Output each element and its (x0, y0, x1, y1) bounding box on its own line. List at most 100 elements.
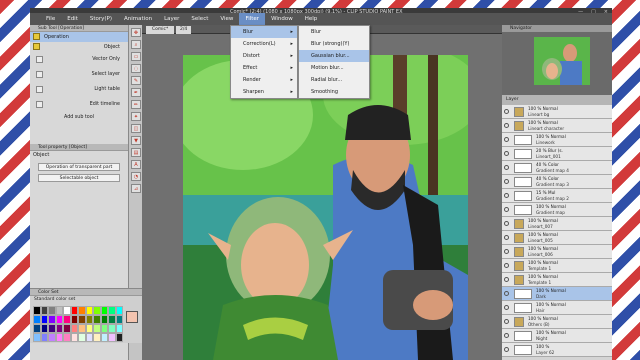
tool-select-icon[interactable]: ▭ (131, 52, 141, 61)
visibility-eye-icon[interactable] (504, 151, 509, 156)
color-swatch[interactable] (93, 315, 101, 324)
color-swatch[interactable] (48, 306, 56, 315)
color-swatch[interactable] (100, 306, 108, 315)
subtool-object[interactable]: Object (30, 42, 128, 52)
menu-window[interactable]: Window (265, 13, 299, 25)
visibility-eye-icon[interactable] (504, 193, 509, 198)
color-swatch[interactable] (33, 333, 41, 342)
layer-row[interactable]: 20 % Blur (s. Lineart_001 (502, 147, 612, 161)
color-swatch[interactable] (40, 333, 48, 342)
color-swatch[interactable] (108, 333, 116, 342)
menu-select[interactable]: Select (185, 13, 214, 25)
filter-menu-correction[interactable]: Correction(L) ▸ (231, 38, 297, 50)
color-swatch[interactable] (63, 306, 71, 315)
color-swatch[interactable] (33, 324, 41, 333)
visibility-eye-icon[interactable] (504, 207, 509, 212)
layer-row[interactable]: 100 % Normal Others (B) (502, 315, 612, 329)
tool-lasso-icon[interactable]: ◌ (131, 64, 141, 73)
transparent-part-field[interactable]: Operation of transparent part (38, 163, 120, 171)
tool-text-icon[interactable]: A (131, 160, 141, 169)
color-swatch[interactable] (55, 333, 63, 342)
navigator-thumbnail[interactable] (534, 37, 590, 85)
color-swatch[interactable] (55, 306, 63, 315)
color-swatch[interactable] (85, 324, 93, 333)
selectable-object-field[interactable]: Selectable object (38, 174, 120, 182)
color-swatch[interactable] (33, 315, 41, 324)
tool-move-icon[interactable]: ✥ (131, 28, 141, 37)
add-sub-tool-button[interactable]: Add sub tool (30, 112, 128, 124)
filter-menu-render[interactable]: Render ▸ (231, 74, 297, 86)
color-swatch[interactable] (63, 315, 71, 324)
visibility-eye-icon[interactable] (504, 347, 509, 352)
visibility-eye-icon[interactable] (504, 109, 509, 114)
visibility-eye-icon[interactable] (504, 263, 509, 268)
layer-row[interactable]: 100 % Normal Lineart_006 (502, 245, 612, 259)
tool-balloon-icon[interactable]: ◔ (131, 172, 141, 181)
layer-row[interactable]: 100 % Normal Hair (502, 301, 612, 315)
layer-row[interactable]: 100 % Normal Gradient map (502, 203, 612, 217)
visibility-eye-icon[interactable] (504, 165, 509, 170)
tool-ruler-icon[interactable]: ⊿ (131, 184, 141, 193)
layer-row[interactable]: 100 % Normal Night (502, 329, 612, 343)
filter-menu-distort[interactable]: Distort ▸ (231, 50, 297, 62)
visibility-eye-icon[interactable] (504, 235, 509, 240)
color-swatch[interactable] (115, 306, 123, 315)
blur-menu-blur[interactable]: Blur (299, 26, 369, 38)
color-swatch[interactable] (93, 324, 101, 333)
blur-menu-motion[interactable]: Motion blur... (299, 62, 369, 74)
menu-animation[interactable]: Animation (118, 13, 158, 25)
visibility-eye-icon[interactable] (504, 291, 509, 296)
visibility-eye-icon[interactable] (504, 221, 509, 226)
color-swatch[interactable] (115, 333, 123, 342)
blur-menu-radial[interactable]: Radial blur... (299, 74, 369, 86)
option-light-table[interactable]: Light table (30, 82, 128, 97)
color-swatch[interactable] (40, 324, 48, 333)
layer-row[interactable]: 100 % Normal Lineart character (502, 119, 612, 133)
blur-menu-smoothing[interactable]: Smoothing (299, 86, 369, 98)
tool-pencil-icon[interactable]: ✏ (131, 100, 141, 109)
option-select-layer[interactable]: Select layer (30, 67, 128, 82)
layer-row[interactable]: 100 % Normal Lineart_007 (502, 217, 612, 231)
color-swatch[interactable] (78, 306, 86, 315)
visibility-eye-icon[interactable] (504, 123, 509, 128)
checkbox[interactable] (36, 56, 43, 63)
menu-view[interactable]: View (214, 13, 239, 25)
color-swatch[interactable] (85, 333, 93, 342)
color-swatch[interactable] (100, 333, 108, 342)
color-swatch[interactable] (93, 306, 101, 315)
checkbox[interactable] (36, 71, 43, 78)
filter-menu-blur[interactable]: Blur ▸ (231, 26, 297, 38)
menu-file[interactable]: File (40, 13, 61, 25)
color-swatch[interactable] (93, 333, 101, 342)
tool-brush-icon[interactable]: ✦ (131, 112, 141, 121)
color-swatch[interactable] (108, 324, 116, 333)
menu-story[interactable]: Story(P) (84, 13, 118, 25)
option-vector-only[interactable]: Vector Only (30, 52, 128, 67)
color-swatch[interactable] (70, 315, 78, 324)
color-swatch[interactable] (115, 324, 123, 333)
color-swatch[interactable] (100, 315, 108, 324)
color-swatch[interactable] (85, 306, 93, 315)
visibility-eye-icon[interactable] (504, 249, 509, 254)
color-swatch[interactable] (85, 315, 93, 324)
visibility-eye-icon[interactable] (504, 305, 509, 310)
visibility-eye-icon[interactable] (504, 333, 509, 338)
color-swatch[interactable] (40, 315, 48, 324)
color-swatch[interactable] (70, 306, 78, 315)
visibility-eye-icon[interactable] (504, 179, 509, 184)
color-swatch[interactable] (55, 324, 63, 333)
filter-menu-sharpen[interactable]: Sharpen ▸ (231, 86, 297, 98)
menu-edit[interactable]: Edit (61, 13, 84, 25)
color-swatch[interactable] (40, 306, 48, 315)
layer-row[interactable]: 100 % Normal Template 1 (502, 273, 612, 287)
checkbox[interactable] (36, 86, 43, 93)
color-swatch[interactable] (108, 315, 116, 324)
color-swatch[interactable] (48, 315, 56, 324)
layer-row[interactable]: 100 % Normal Linework (502, 133, 612, 147)
blur-menu-blur-strong[interactable]: Blur (strong)(Y) (299, 38, 369, 50)
layer-row[interactable]: 100 % Normal Lineart bg (502, 105, 612, 119)
color-swatch[interactable] (48, 333, 56, 342)
menu-layer[interactable]: Layer (158, 13, 185, 25)
layer-row[interactable]: 100 % Layer 62 (502, 343, 612, 357)
tool-pen-icon[interactable]: ✒ (131, 88, 141, 97)
